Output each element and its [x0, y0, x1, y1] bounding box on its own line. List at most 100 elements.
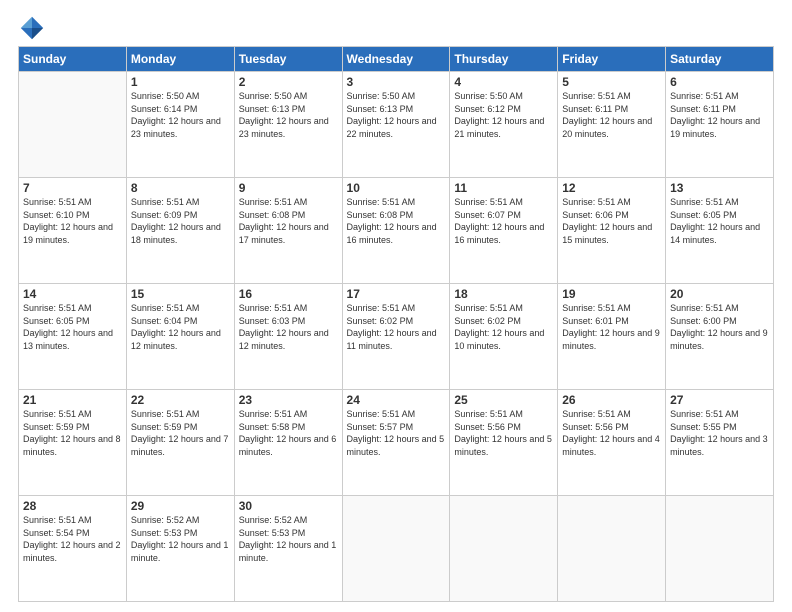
day-number: 29	[131, 499, 230, 513]
day-number: 23	[239, 393, 338, 407]
day-cell: 25Sunrise: 5:51 AMSunset: 5:56 PMDayligh…	[450, 390, 558, 496]
day-cell: 17Sunrise: 5:51 AMSunset: 6:02 PMDayligh…	[342, 284, 450, 390]
day-number: 10	[347, 181, 446, 195]
day-cell: 12Sunrise: 5:51 AMSunset: 6:06 PMDayligh…	[558, 178, 666, 284]
day-number: 28	[23, 499, 122, 513]
day-cell: 9Sunrise: 5:51 AMSunset: 6:08 PMDaylight…	[234, 178, 342, 284]
header-tuesday: Tuesday	[234, 47, 342, 72]
day-number: 5	[562, 75, 661, 89]
day-cell	[450, 496, 558, 602]
day-cell: 15Sunrise: 5:51 AMSunset: 6:04 PMDayligh…	[126, 284, 234, 390]
day-info: Sunrise: 5:51 AMSunset: 6:04 PMDaylight:…	[131, 302, 230, 352]
header-monday: Monday	[126, 47, 234, 72]
day-info: Sunrise: 5:51 AMSunset: 6:02 PMDaylight:…	[454, 302, 553, 352]
day-number: 14	[23, 287, 122, 301]
day-number: 1	[131, 75, 230, 89]
day-number: 15	[131, 287, 230, 301]
header	[18, 10, 774, 42]
day-info: Sunrise: 5:51 AMSunset: 5:55 PMDaylight:…	[670, 408, 769, 458]
day-info: Sunrise: 5:51 AMSunset: 6:10 PMDaylight:…	[23, 196, 122, 246]
day-cell: 21Sunrise: 5:51 AMSunset: 5:59 PMDayligh…	[19, 390, 127, 496]
day-cell: 4Sunrise: 5:50 AMSunset: 6:12 PMDaylight…	[450, 72, 558, 178]
day-number: 30	[239, 499, 338, 513]
day-number: 3	[347, 75, 446, 89]
day-cell	[342, 496, 450, 602]
day-number: 20	[670, 287, 769, 301]
week-row-3: 21Sunrise: 5:51 AMSunset: 5:59 PMDayligh…	[19, 390, 774, 496]
day-info: Sunrise: 5:50 AMSunset: 6:13 PMDaylight:…	[347, 90, 446, 140]
day-info: Sunrise: 5:51 AMSunset: 5:57 PMDaylight:…	[347, 408, 446, 458]
week-row-4: 28Sunrise: 5:51 AMSunset: 5:54 PMDayligh…	[19, 496, 774, 602]
header-wednesday: Wednesday	[342, 47, 450, 72]
page: SundayMondayTuesdayWednesdayThursdayFrid…	[0, 0, 792, 612]
day-number: 19	[562, 287, 661, 301]
week-row-0: 1Sunrise: 5:50 AMSunset: 6:14 PMDaylight…	[19, 72, 774, 178]
day-cell: 20Sunrise: 5:51 AMSunset: 6:00 PMDayligh…	[666, 284, 774, 390]
day-cell: 1Sunrise: 5:50 AMSunset: 6:14 PMDaylight…	[126, 72, 234, 178]
day-number: 7	[23, 181, 122, 195]
day-number: 22	[131, 393, 230, 407]
day-info: Sunrise: 5:51 AMSunset: 6:07 PMDaylight:…	[454, 196, 553, 246]
week-row-1: 7Sunrise: 5:51 AMSunset: 6:10 PMDaylight…	[19, 178, 774, 284]
day-cell: 13Sunrise: 5:51 AMSunset: 6:05 PMDayligh…	[666, 178, 774, 284]
day-cell: 3Sunrise: 5:50 AMSunset: 6:13 PMDaylight…	[342, 72, 450, 178]
day-number: 12	[562, 181, 661, 195]
day-cell: 2Sunrise: 5:50 AMSunset: 6:13 PMDaylight…	[234, 72, 342, 178]
day-number: 9	[239, 181, 338, 195]
day-cell: 24Sunrise: 5:51 AMSunset: 5:57 PMDayligh…	[342, 390, 450, 496]
day-info: Sunrise: 5:51 AMSunset: 5:56 PMDaylight:…	[454, 408, 553, 458]
logo-icon	[18, 14, 46, 42]
day-number: 4	[454, 75, 553, 89]
day-cell: 26Sunrise: 5:51 AMSunset: 5:56 PMDayligh…	[558, 390, 666, 496]
day-cell: 18Sunrise: 5:51 AMSunset: 6:02 PMDayligh…	[450, 284, 558, 390]
header-sunday: Sunday	[19, 47, 127, 72]
day-info: Sunrise: 5:50 AMSunset: 6:13 PMDaylight:…	[239, 90, 338, 140]
day-cell: 6Sunrise: 5:51 AMSunset: 6:11 PMDaylight…	[666, 72, 774, 178]
day-cell	[19, 72, 127, 178]
day-cell: 22Sunrise: 5:51 AMSunset: 5:59 PMDayligh…	[126, 390, 234, 496]
day-cell: 14Sunrise: 5:51 AMSunset: 6:05 PMDayligh…	[19, 284, 127, 390]
day-cell: 29Sunrise: 5:52 AMSunset: 5:53 PMDayligh…	[126, 496, 234, 602]
day-info: Sunrise: 5:52 AMSunset: 5:53 PMDaylight:…	[239, 514, 338, 564]
day-info: Sunrise: 5:51 AMSunset: 6:08 PMDaylight:…	[239, 196, 338, 246]
logo	[18, 14, 48, 42]
day-cell: 11Sunrise: 5:51 AMSunset: 6:07 PMDayligh…	[450, 178, 558, 284]
header-thursday: Thursday	[450, 47, 558, 72]
day-number: 18	[454, 287, 553, 301]
day-info: Sunrise: 5:51 AMSunset: 6:11 PMDaylight:…	[562, 90, 661, 140]
day-cell	[558, 496, 666, 602]
day-info: Sunrise: 5:51 AMSunset: 6:08 PMDaylight:…	[347, 196, 446, 246]
day-number: 21	[23, 393, 122, 407]
day-info: Sunrise: 5:51 AMSunset: 6:06 PMDaylight:…	[562, 196, 661, 246]
week-row-2: 14Sunrise: 5:51 AMSunset: 6:05 PMDayligh…	[19, 284, 774, 390]
day-cell: 23Sunrise: 5:51 AMSunset: 5:58 PMDayligh…	[234, 390, 342, 496]
day-info: Sunrise: 5:51 AMSunset: 6:11 PMDaylight:…	[670, 90, 769, 140]
header-saturday: Saturday	[666, 47, 774, 72]
day-cell: 5Sunrise: 5:51 AMSunset: 6:11 PMDaylight…	[558, 72, 666, 178]
day-cell: 27Sunrise: 5:51 AMSunset: 5:55 PMDayligh…	[666, 390, 774, 496]
day-number: 27	[670, 393, 769, 407]
day-info: Sunrise: 5:51 AMSunset: 5:59 PMDaylight:…	[23, 408, 122, 458]
day-info: Sunrise: 5:51 AMSunset: 6:03 PMDaylight:…	[239, 302, 338, 352]
day-info: Sunrise: 5:51 AMSunset: 5:58 PMDaylight:…	[239, 408, 338, 458]
day-info: Sunrise: 5:51 AMSunset: 5:56 PMDaylight:…	[562, 408, 661, 458]
day-info: Sunrise: 5:51 AMSunset: 6:00 PMDaylight:…	[670, 302, 769, 352]
day-info: Sunrise: 5:51 AMSunset: 6:02 PMDaylight:…	[347, 302, 446, 352]
day-info: Sunrise: 5:51 AMSunset: 5:59 PMDaylight:…	[131, 408, 230, 458]
day-info: Sunrise: 5:51 AMSunset: 6:05 PMDaylight:…	[670, 196, 769, 246]
day-cell: 7Sunrise: 5:51 AMSunset: 6:10 PMDaylight…	[19, 178, 127, 284]
day-number: 11	[454, 181, 553, 195]
calendar-table: SundayMondayTuesdayWednesdayThursdayFrid…	[18, 46, 774, 602]
calendar-header-row: SundayMondayTuesdayWednesdayThursdayFrid…	[19, 47, 774, 72]
day-info: Sunrise: 5:51 AMSunset: 6:09 PMDaylight:…	[131, 196, 230, 246]
day-number: 24	[347, 393, 446, 407]
day-cell: 19Sunrise: 5:51 AMSunset: 6:01 PMDayligh…	[558, 284, 666, 390]
day-info: Sunrise: 5:52 AMSunset: 5:53 PMDaylight:…	[131, 514, 230, 564]
day-number: 2	[239, 75, 338, 89]
day-cell: 8Sunrise: 5:51 AMSunset: 6:09 PMDaylight…	[126, 178, 234, 284]
day-number: 6	[670, 75, 769, 89]
day-cell: 10Sunrise: 5:51 AMSunset: 6:08 PMDayligh…	[342, 178, 450, 284]
day-number: 26	[562, 393, 661, 407]
day-info: Sunrise: 5:51 AMSunset: 6:01 PMDaylight:…	[562, 302, 661, 352]
day-info: Sunrise: 5:51 AMSunset: 5:54 PMDaylight:…	[23, 514, 122, 564]
